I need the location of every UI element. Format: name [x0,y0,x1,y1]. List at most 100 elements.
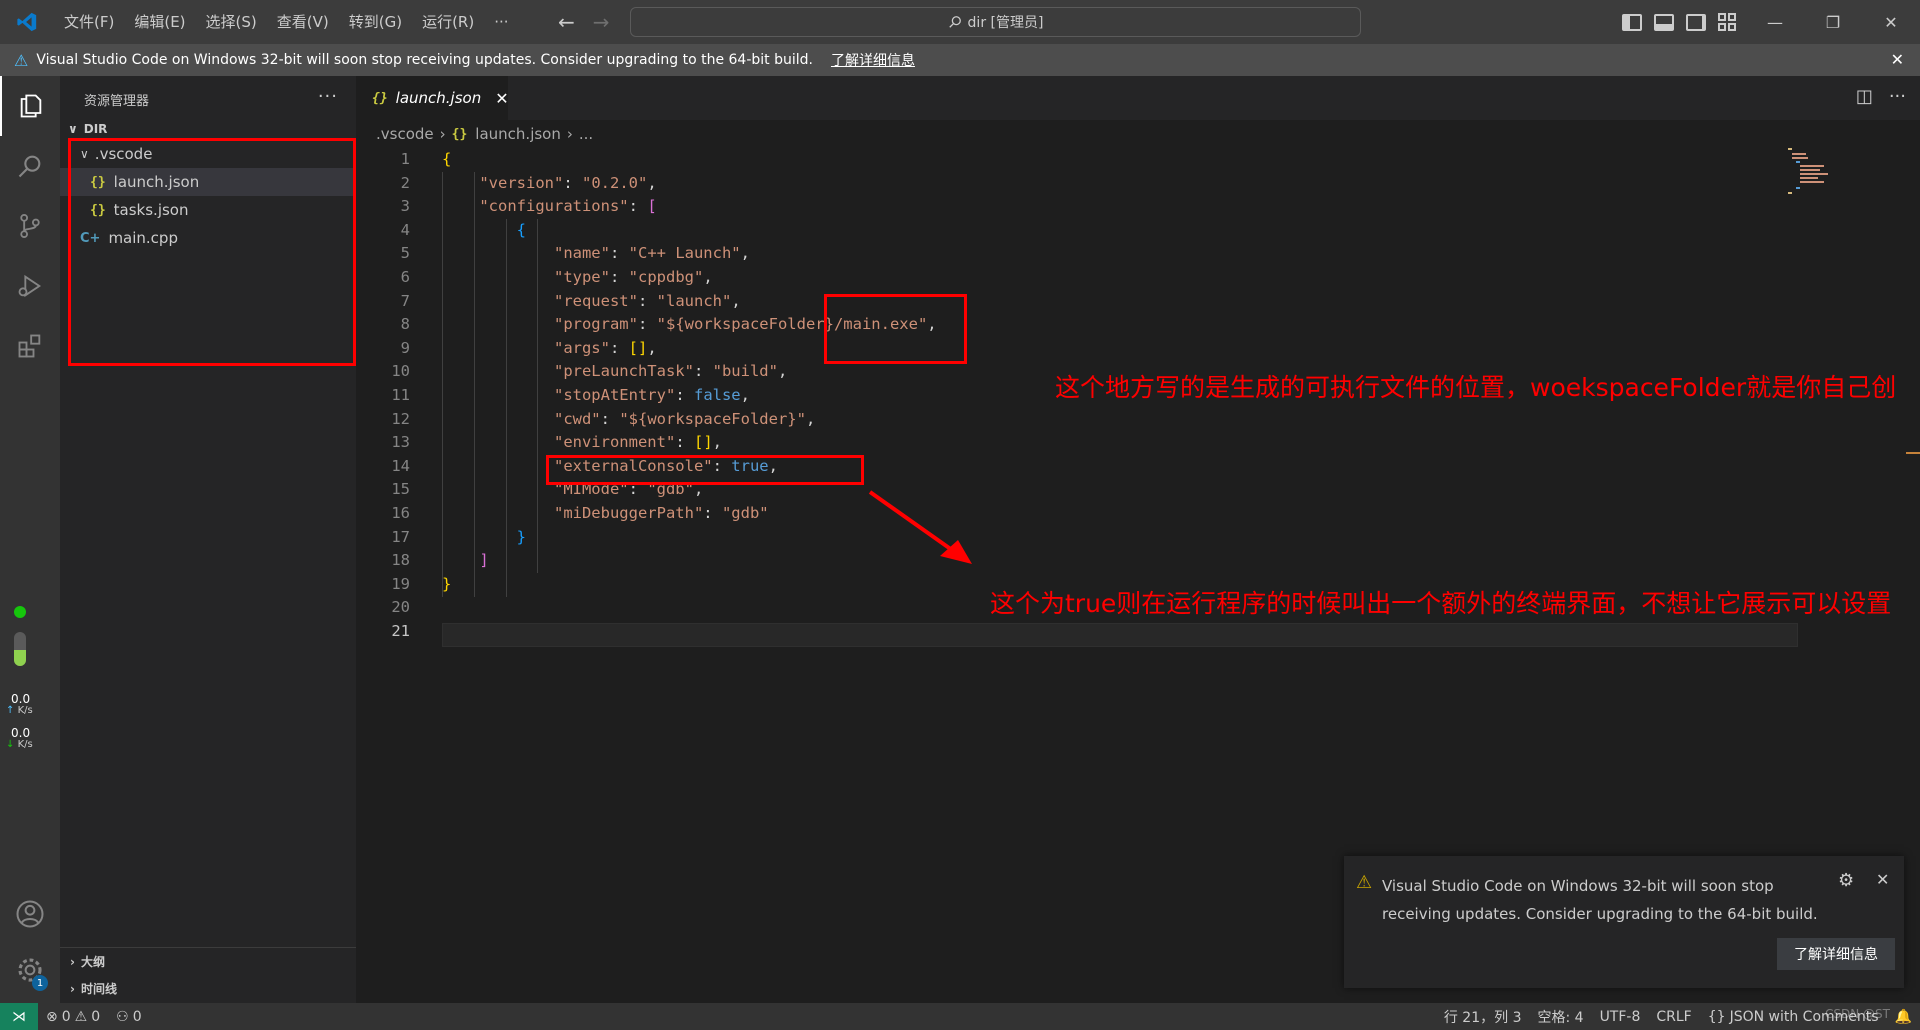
sidebar-bottom-panels: › 大纲 › 时间线 [60,947,356,1003]
status-dot-icon [14,606,26,618]
line-number: 11 [391,386,410,404]
line-number: 4 [400,220,410,239]
braces-icon: {} [1707,1008,1726,1025]
menu-file[interactable]: 文件(F) [54,0,124,44]
command-center-search[interactable]: dir [管理员] [630,7,1361,37]
ports-indicator[interactable]: ⚇ 0 [108,1009,149,1025]
warning-icon: ⚠ [74,1008,88,1025]
editor-tabs: {} launch.json ✕ ◫ ··· [356,76,1920,120]
timeline-label: 时间线 [80,982,117,996]
line-number: 2 [400,173,410,192]
explorer-icon[interactable] [0,76,60,136]
toggle-primary-sidebar-icon[interactable] [1622,13,1642,31]
menu-selection[interactable]: 选择(S) [196,0,267,44]
remote-indicator-icon[interactable]: ⋊ [0,1003,38,1030]
accounts-icon[interactable] [0,884,60,944]
menu-view[interactable]: 查看(V) [267,0,339,44]
breadcrumb-symbol[interactable]: ... [579,125,593,143]
outline-section[interactable]: › 大纲 [60,948,356,975]
menu-edit[interactable]: 编辑(E) [124,0,195,44]
toggle-secondary-sidebar-icon[interactable] [1686,13,1706,31]
warning-icon: ⚠ [1356,872,1373,893]
encoding[interactable]: UTF-8 [1592,1009,1649,1025]
run-debug-icon[interactable] [0,256,60,316]
tab-launch-json[interactable]: {} launch.json ✕ [356,76,509,120]
split-editor-icon[interactable]: ◫ [1856,86,1873,107]
broadcast-icon: ⚇ [116,1008,129,1025]
line-number: 17 [391,527,410,546]
line-number: 15 [391,480,410,499]
net-down-value: 0.0 [11,726,31,740]
ports-count: 0 [132,1008,142,1025]
menu-go[interactable]: 转到(G) [339,0,412,44]
settings-gear-icon[interactable]: 1 [0,940,60,1000]
explorer-title: 资源管理器 [84,93,150,109]
nav-arrows: ← → [558,0,610,44]
tab-label: launch.json [395,89,482,107]
arrow-down-icon: ↓ [6,739,15,750]
net-up-value: 0.0 [11,692,31,706]
search-icon[interactable] [0,136,60,196]
layout-controls [1622,0,1736,44]
memory-gauge-icon [14,632,26,666]
close-icon[interactable]: ✕ [1876,870,1889,889]
vscode-logo-icon [0,0,54,44]
breadcrumb-folder[interactable]: .vscode [376,125,434,143]
annotation-box-external-console [546,455,864,485]
chevron-right-icon: › [566,125,573,143]
end-of-line[interactable]: CRLF [1648,1009,1699,1025]
extensions-icon[interactable] [0,316,60,376]
line-number: 14 [391,456,410,475]
json-file-icon: {} [451,126,468,142]
timeline-section[interactable]: › 时间线 [60,975,356,1002]
annotation-arrow-icon [868,490,972,564]
scroll-indicator [1906,452,1920,454]
annotation-note-program: 这个地方写的是生成的可执行文件的位置，woekspaceFolder就是你自己创 [1055,373,1897,402]
minimize-icon[interactable]: — [1746,0,1804,44]
gear-icon[interactable]: ⚙ [1838,870,1854,891]
cursor-position[interactable]: 行 21，列 3 [1436,1007,1530,1027]
tab-close-icon[interactable]: ✕ [495,89,508,108]
line-number: 5 [400,244,410,263]
customize-layout-icon[interactable] [1718,13,1736,31]
minimap[interactable] [1788,148,1848,198]
chevron-right-icon: › [439,125,446,143]
toggle-panel-icon[interactable] [1654,13,1674,31]
more-actions-icon[interactable]: ··· [1889,86,1906,107]
search-icon [948,16,961,28]
restore-icon[interactable]: ❐ [1804,0,1862,44]
source-control-icon[interactable] [0,196,60,256]
notification-toast: ⚠ Visual Studio Code on Windows 32-bit w… [1344,856,1904,988]
indentation[interactable]: 空格: 4 [1529,1007,1591,1027]
banner-close-icon[interactable]: ✕ [1891,50,1904,69]
chevron-down-icon: ∨ [68,122,78,136]
command-center-label: dir [管理员] [967,15,1044,31]
back-arrow-icon[interactable]: ← [558,10,575,34]
notifications-bell-icon[interactable]: CSDN @ST 🔔 [1825,1007,1920,1025]
banner-learn-more-link[interactable]: 了解详细信息 [831,50,915,70]
update-banner: ⚠ Visual Studio Code on Windows 32-bit w… [0,44,1920,76]
error-count: 0 [61,1008,71,1025]
workspace-root-label: DIR [83,122,108,136]
line-number: 19 [391,574,410,593]
breadcrumb: .vscode › {} launch.json › ... [356,120,1920,148]
explorer-header: 资源管理器 ··· [60,76,356,122]
forward-arrow-icon[interactable]: → [593,10,610,34]
editor-actions: ◫ ··· [1856,86,1906,107]
activity-bar: 0.0 ↑ K/s 0.0 ↓ K/s 1 [0,76,60,1003]
menu-more[interactable]: ··· [484,0,518,44]
breadcrumb-file[interactable]: launch.json [475,125,561,143]
notification-message: Visual Studio Code on Windows 32-bit wil… [1382,877,1818,923]
line-number: 8 [400,315,410,334]
line-number: 18 [391,551,410,570]
explorer-more-icon[interactable]: ··· [318,86,338,107]
banner-text: Visual Studio Code on Windows 32-bit wil… [36,52,813,68]
learn-more-button[interactable]: 了解详细信息 [1777,938,1895,970]
annotation-box-explorer [68,138,356,366]
menu-run[interactable]: 运行(R) [412,0,484,44]
problems-indicator[interactable]: ⊗ 0 ⚠ 0 [38,1009,108,1025]
window-controls: — ❐ ✕ [1746,0,1920,44]
line-number: 9 [400,338,410,357]
line-number: 12 [391,409,410,428]
close-window-icon[interactable]: ✕ [1862,0,1920,44]
